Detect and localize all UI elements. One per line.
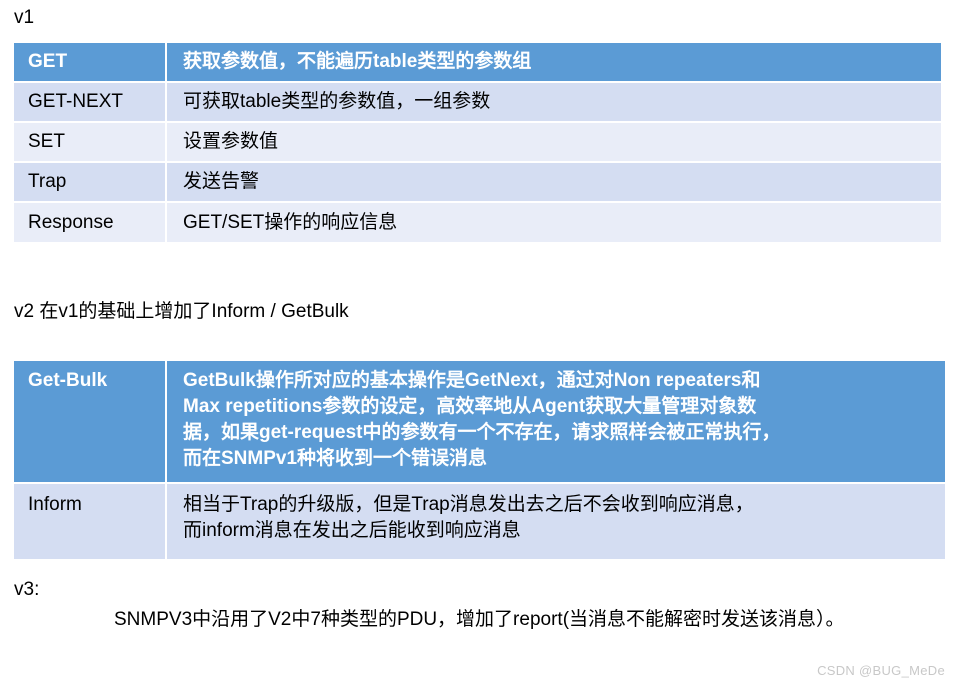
table-cell-key: Trap [14, 161, 167, 202]
table-cell-key: Get-Bulk [14, 361, 167, 483]
v3-description-text: SNMPV3中沿用了V2中7种类型的PDU，增加了report(当消息不能解密时… [114, 609, 845, 630]
table-cell-key: SET [14, 121, 167, 162]
table-cell-value: 可获取table类型的参数值，一组参数 [166, 81, 941, 122]
table-cell-value: GET/SET操作的响应信息 [166, 201, 941, 242]
operation-description: 可获取table类型的参数值，一组参数 [183, 91, 491, 112]
operation-description: 获取参数值，不能遍历table类型的参数组 [183, 51, 532, 72]
operation-name: Inform [28, 494, 82, 515]
snmp-v1-operations-table: GET 获取参数值，不能遍历table类型的参数组 GET-NEXT 可获取ta… [14, 43, 941, 242]
operation-description: GetBulk操作所对应的基本操作是GetNext，通过对Non repeate… [183, 370, 781, 469]
operation-description: 发送告警 [183, 171, 260, 192]
table-cell-key: Response [14, 201, 167, 242]
table-row: Inform 相当于Trap的升级版，但是Trap消息发出去之后不会收到响应消息… [14, 482, 945, 559]
operation-description: 相当于Trap的升级版，但是Trap消息发出去之后不会收到响应消息， 而info… [183, 494, 754, 541]
table-cell-key: GET-NEXT [14, 81, 167, 122]
section-label-v1: v1 [14, 7, 35, 28]
table-cell-value: 相当于Trap的升级版，但是Trap消息发出去之后不会收到响应消息， 而info… [166, 482, 945, 559]
operation-name: Trap [28, 171, 67, 192]
operation-name: Get-Bulk [28, 370, 108, 391]
table-cell-value: 获取参数值，不能遍历table类型的参数组 [166, 43, 941, 82]
table-cell-value: 发送告警 [166, 161, 941, 202]
operation-name: SET [28, 131, 65, 152]
table-row: Response GET/SET操作的响应信息 [14, 201, 941, 242]
table-cell-key: Inform [14, 482, 167, 559]
operation-name: Response [28, 211, 114, 233]
table-cell-value: GetBulk操作所对应的基本操作是GetNext，通过对Non repeate… [166, 361, 945, 483]
table-row: GET 获取参数值，不能遍历table类型的参数组 [14, 43, 941, 82]
document-page: v1 GET 获取参数值，不能遍历table类型的参数组 GET-NEXT 可获… [0, 0, 965, 687]
operation-name: GET [28, 51, 68, 72]
table-v2-body: Get-Bulk GetBulk操作所对应的基本操作是GetNext，通过对No… [14, 361, 945, 559]
snmp-v2-operations-table: Get-Bulk GetBulk操作所对应的基本操作是GetNext，通过对No… [14, 361, 945, 559]
section-label-v2: v2 在v1的基础上增加了Inform / GetBulk [14, 301, 349, 322]
table-row: GET-NEXT 可获取table类型的参数值，一组参数 [14, 81, 941, 122]
operation-description: 设置参数值 [183, 131, 279, 152]
table-v1-body: GET 获取参数值，不能遍历table类型的参数组 GET-NEXT 可获取ta… [14, 43, 941, 242]
table-cell-value: 设置参数值 [166, 121, 941, 162]
table-cell-key: GET [14, 43, 167, 82]
table-row: Trap 发送告警 [14, 161, 941, 202]
table-row: SET 设置参数值 [14, 121, 941, 162]
operation-name: GET-NEXT [28, 91, 124, 112]
table-row: Get-Bulk GetBulk操作所对应的基本操作是GetNext，通过对No… [14, 361, 945, 483]
section-label-v3: v3: [14, 579, 40, 600]
v3-description: SNMPV3中沿用了V2中7种类型的PDU，增加了report(当消息不能解密时… [14, 606, 944, 634]
csdn-watermark: CSDN @BUG_MeDe [817, 663, 945, 678]
operation-description: GET/SET操作的响应信息 [183, 211, 398, 233]
